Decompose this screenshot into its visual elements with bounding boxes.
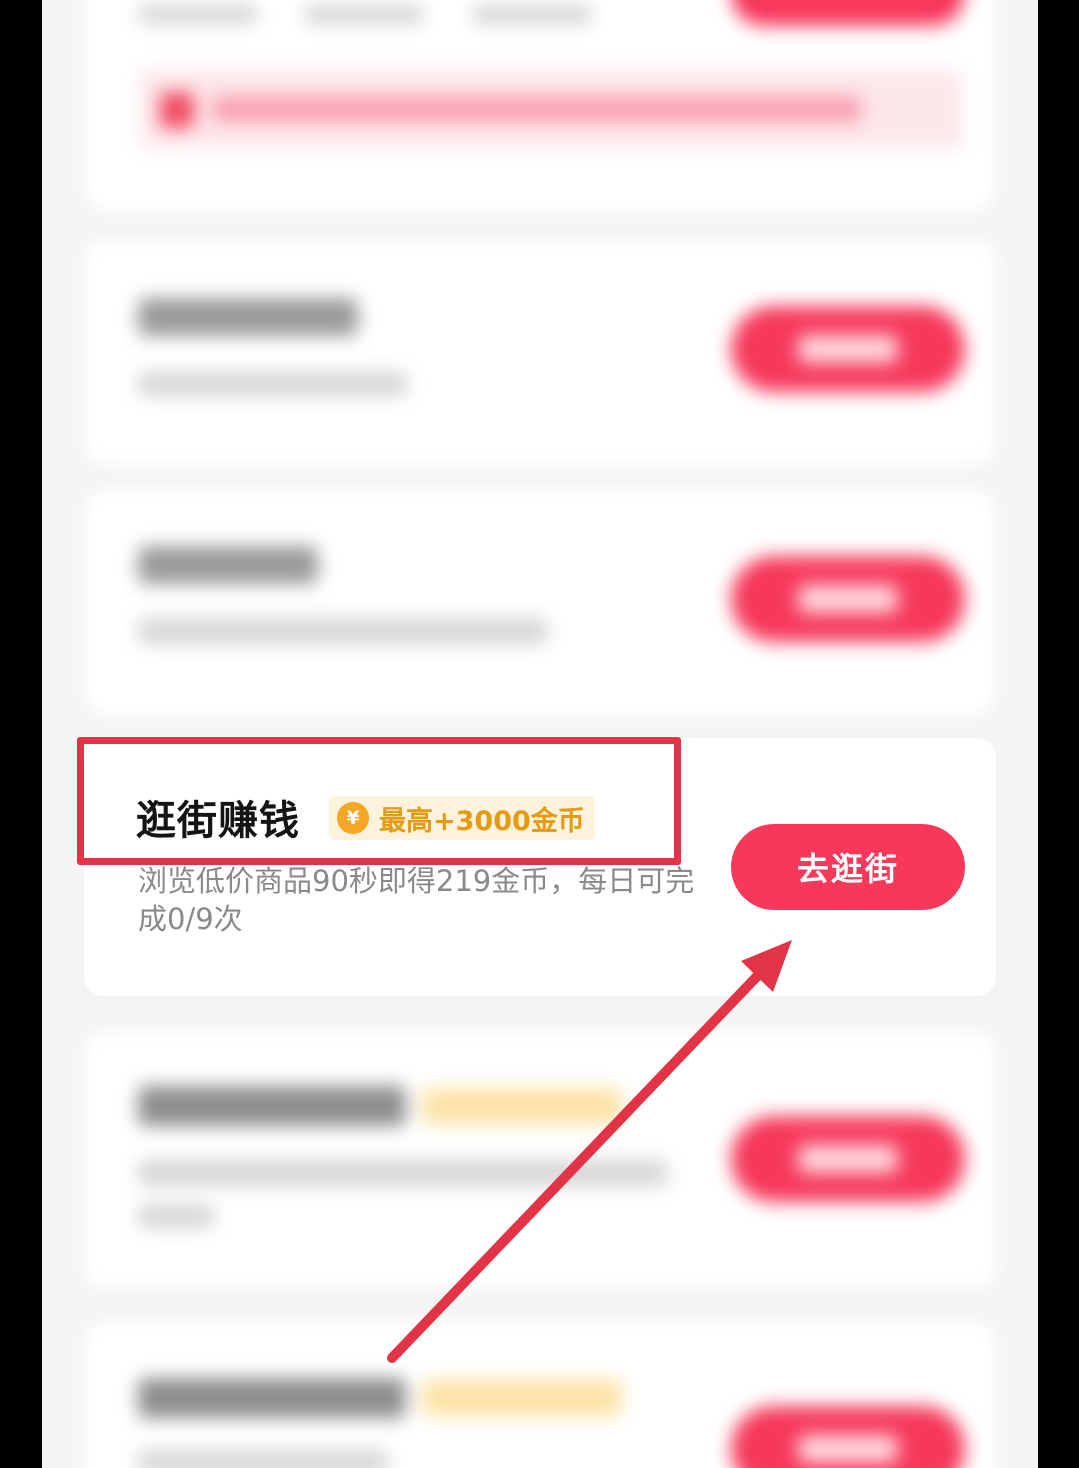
blurred-notice-text: [212, 96, 862, 122]
blurred-title: [138, 298, 358, 336]
blurred-button[interactable]: [731, 306, 965, 392]
task-description: 浏览低价商品90秒即得219金币，每日可完成0/9次: [138, 864, 695, 936]
blurred-button[interactable]: [731, 1406, 965, 1468]
blurred-text: [138, 4, 258, 24]
blurred-description: [138, 1204, 214, 1228]
blurred-title: [138, 1086, 406, 1126]
blurred-description: [138, 1160, 668, 1186]
task-list-screen: 逛街赚钱 ¥ 最高+3000金币 浏览低价商品90秒即得219金币，每日可完成0…: [42, 0, 1038, 1468]
blurred-button[interactable]: [731, 556, 965, 642]
blurred-description: [138, 618, 548, 644]
blurred-text: [304, 4, 424, 24]
blurred-title: [138, 1378, 406, 1418]
blurred-reward-badge: [422, 1380, 622, 1416]
blurred-button[interactable]: [731, 1116, 965, 1202]
blurred-title: [138, 546, 318, 584]
annotation-highlight-box: [77, 737, 681, 865]
blurred-description: [138, 1450, 388, 1468]
blurred-text: [472, 4, 592, 24]
blurred-description: [138, 372, 408, 396]
blurred-reward-badge: [422, 1088, 622, 1124]
go-shopping-button[interactable]: 去逛街: [731, 824, 965, 910]
blurred-button[interactable]: [731, 0, 965, 26]
blurred-notice-icon: [160, 92, 194, 128]
